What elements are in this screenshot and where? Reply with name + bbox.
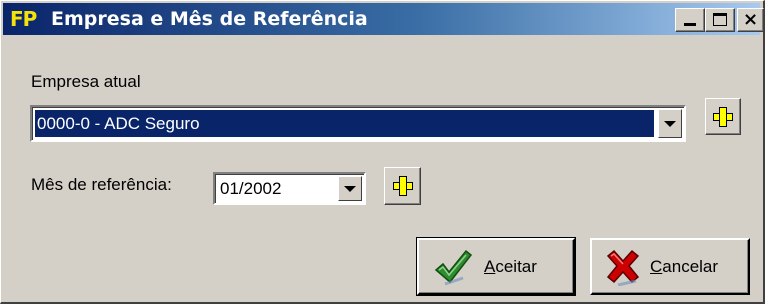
- cancel-button-label: Cancelar: [650, 257, 719, 276]
- company-label: Empresa atual: [31, 72, 141, 91]
- cancel-button[interactable]: Cancelar: [590, 238, 750, 295]
- minimize-icon: [684, 23, 696, 26]
- company-dropdown-button[interactable]: [658, 109, 682, 138]
- minimize-button[interactable]: [675, 8, 705, 32]
- close-icon: ×: [742, 9, 759, 30]
- plus-icon: [713, 106, 733, 127]
- chevron-down-icon: [664, 120, 676, 127]
- checkmark-icon: [434, 249, 473, 286]
- month-dropdown-button[interactable]: [338, 176, 362, 201]
- maximize-icon: [713, 13, 727, 26]
- company-select-value: 0000-0 - ADC Seguro: [35, 110, 654, 137]
- month-select[interactable]: 01/2002: [213, 172, 366, 205]
- accept-button[interactable]: Aceitar: [416, 237, 576, 296]
- dialog-window: FP Empresa e Mês de Referência × Empresa…: [0, 0, 765, 304]
- maximize-button[interactable]: [705, 8, 735, 32]
- x-icon: [606, 249, 640, 286]
- month-label: Mês de referência:: [31, 175, 172, 194]
- chevron-down-icon: [344, 185, 356, 192]
- plus-icon: [392, 176, 413, 196]
- company-select[interactable]: 0000-0 - ADC Seguro: [30, 105, 686, 142]
- close-button[interactable]: ×: [737, 8, 764, 32]
- add-company-button[interactable]: [705, 98, 741, 135]
- accept-button-label: Aceitar: [484, 257, 537, 276]
- window-title: Empresa e Mês de Referência: [51, 8, 368, 30]
- month-select-value: 01/2002: [220, 178, 282, 198]
- title-bar[interactable]: FP Empresa e Mês de Referência ×: [3, 3, 764, 35]
- app-icon: FP: [10, 7, 37, 31]
- add-month-button[interactable]: [384, 167, 421, 205]
